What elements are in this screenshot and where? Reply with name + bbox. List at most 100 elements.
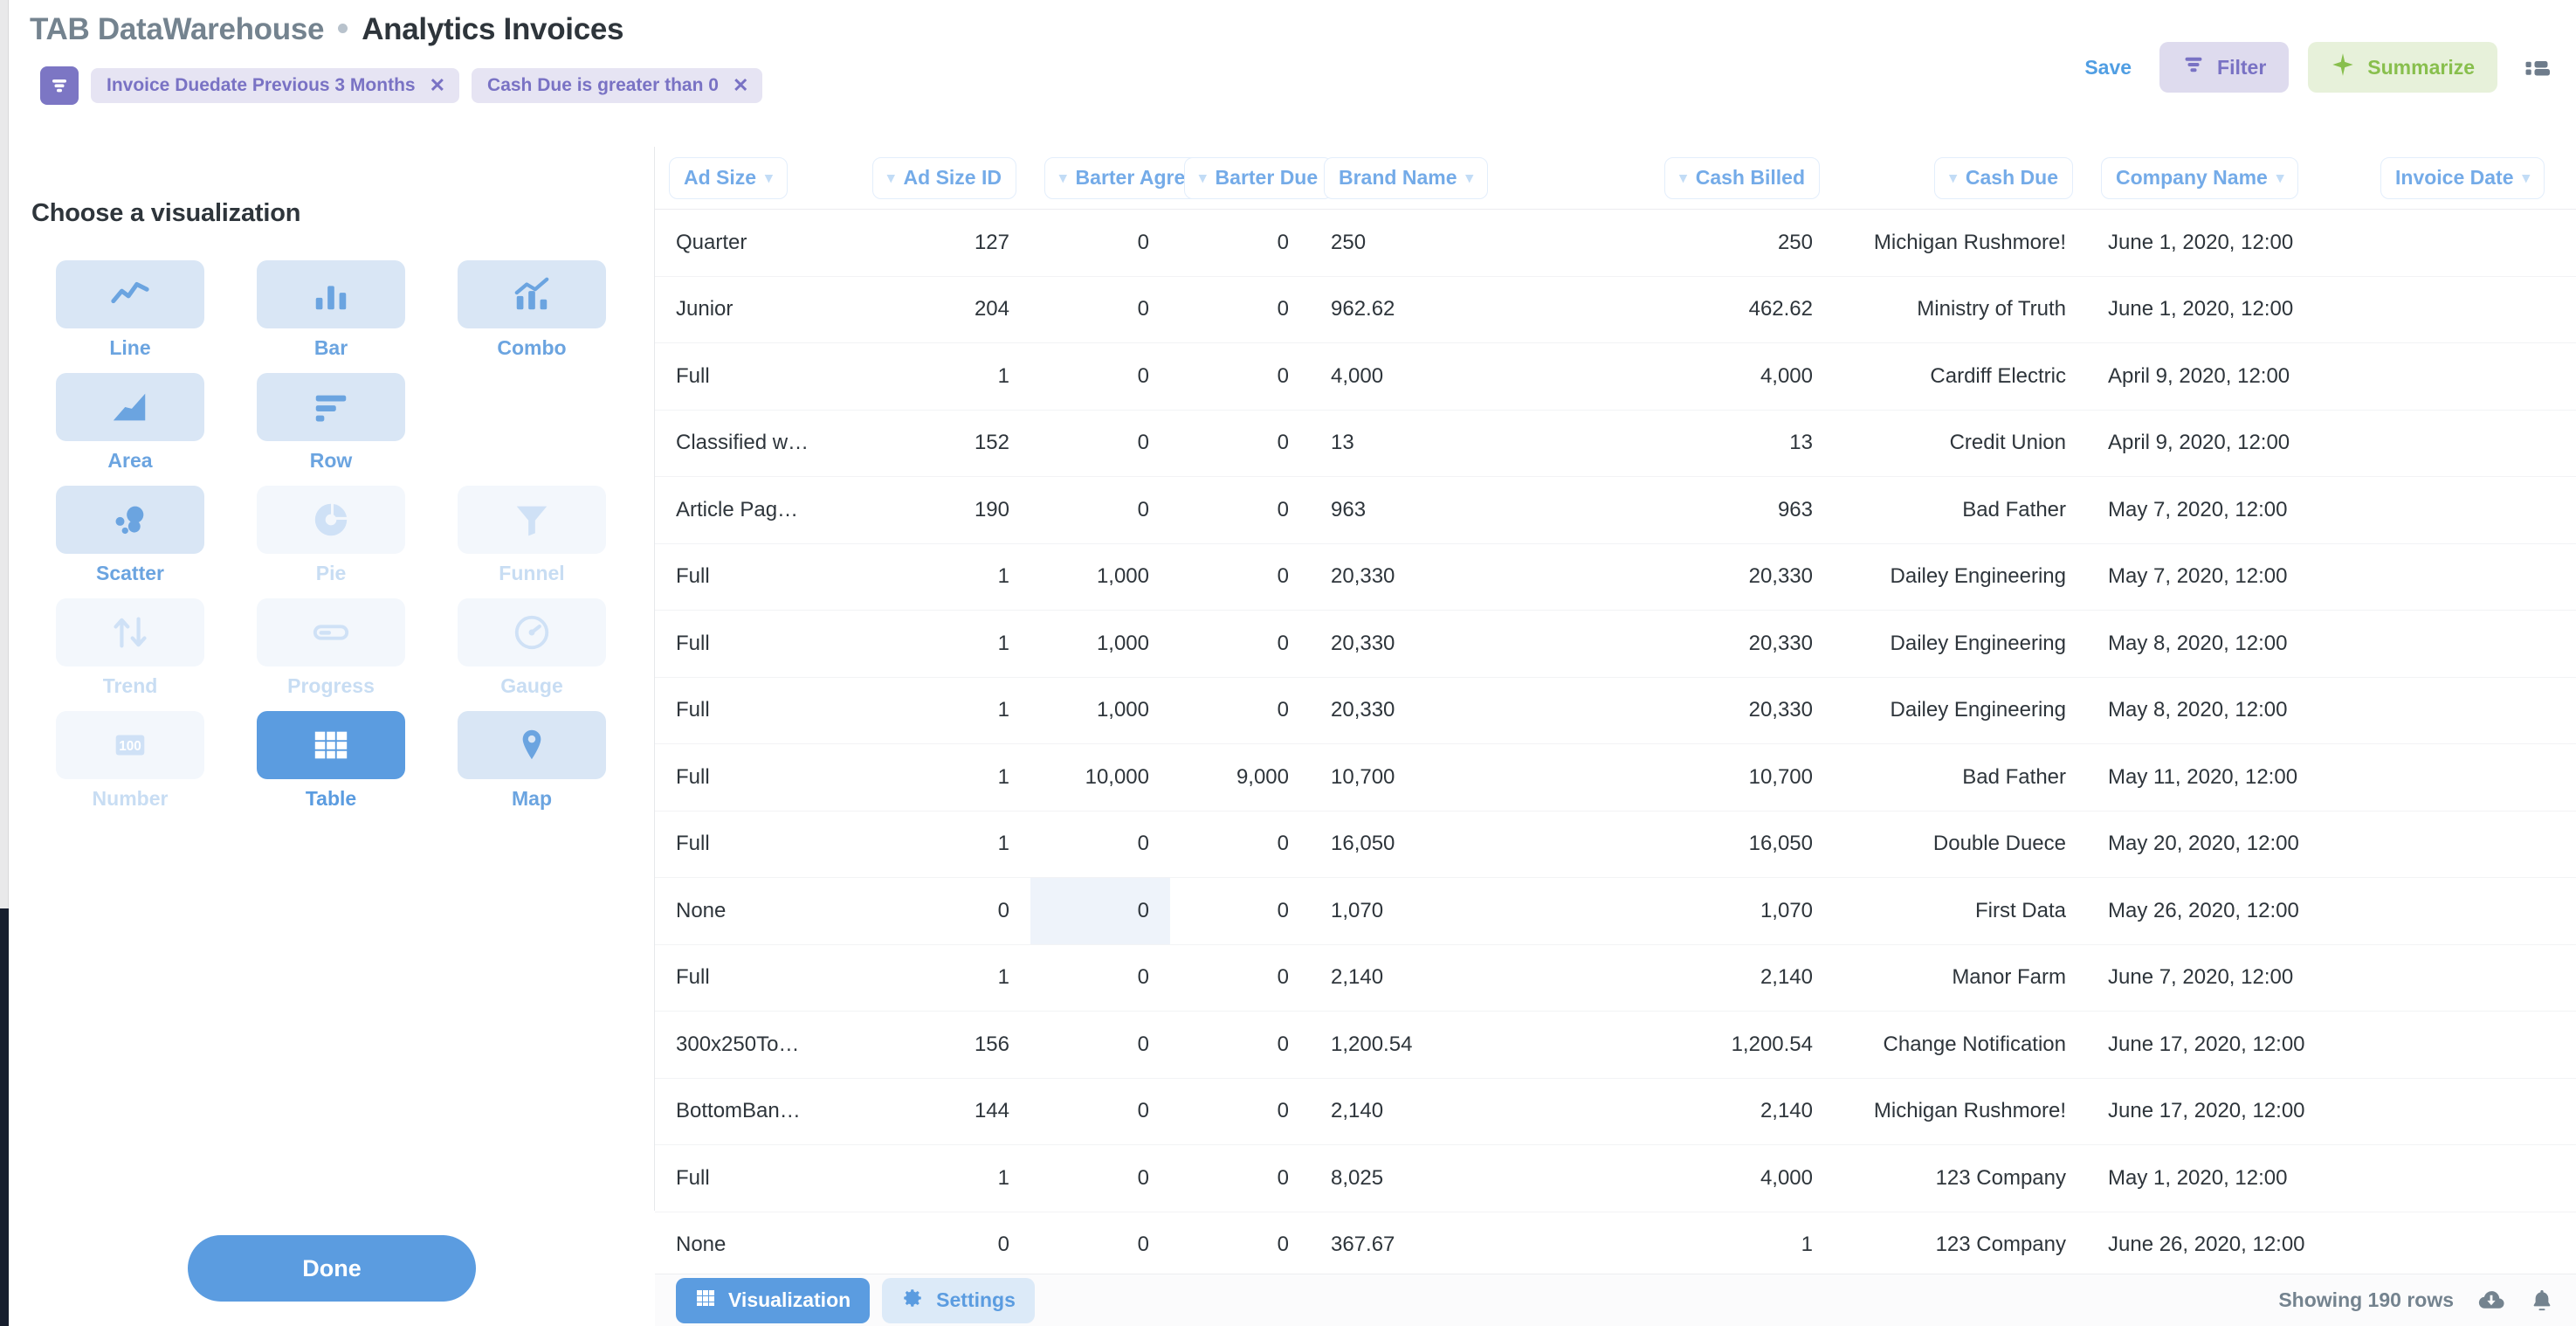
viz-option-table[interactable]: Table [231,711,431,811]
table-cell[interactable]: 1 [843,611,1030,678]
table-cell[interactable]: 1,000 [1030,543,1170,611]
table-cell[interactable]: 300x250To… [655,1012,843,1079]
table-cell[interactable]: 0 [1030,877,1170,944]
filter-bar-icon[interactable] [40,66,79,105]
table-cell[interactable]: 10,700 [1310,744,1572,811]
viz-option-map[interactable]: Map [431,711,632,811]
table-cell[interactable]: Dailey Engineering [1834,677,2087,744]
table-cell[interactable]: 0 [1170,276,1310,343]
table-cell[interactable]: May 7, 2020, 12:00 [2087,543,2366,611]
table-cell[interactable]: Full [655,1145,843,1212]
table-cell[interactable]: 1 [843,944,1030,1012]
column-header-cash-due[interactable]: ▾ Cash Due [1834,147,2087,210]
table-cell[interactable]: 250 [1572,210,1834,277]
table-cell[interactable]: Michigan Rushmore! [1834,1078,2087,1145]
table-cell[interactable]: Cardiff Electric [1834,343,2087,411]
done-button[interactable]: Done [188,1235,476,1302]
table-cell[interactable]: Full [655,811,843,878]
filter-button[interactable]: Filter [2159,42,2290,93]
table-cell[interactable]: 2,140 [1572,944,1834,1012]
table-cell[interactable]: 9,000 [1170,744,1310,811]
table-cell[interactable]: Full [655,944,843,1012]
table-cell[interactable]: 0 [1170,1078,1310,1145]
table-cell[interactable]: 204 [843,276,1030,343]
breadcrumb-database[interactable]: TAB DataWarehouse [30,12,324,47]
table-cell[interactable]: 2,140 [1310,944,1572,1012]
table-cell[interactable]: 1 [843,677,1030,744]
table-cell[interactable]: 4,000 [1572,1145,1834,1212]
table-cell[interactable]: 0 [1030,811,1170,878]
table-cell[interactable]: 0 [1030,1145,1170,1212]
table-cell[interactable]: 10,700 [1572,744,1834,811]
table-cell[interactable]: June 26, 2020, 12:00 [2087,1212,2366,1274]
table-cell[interactable]: June 1, 2020, 12:00 [2087,276,2366,343]
table-cell[interactable]: Bad Father [1834,477,2087,544]
table-cell[interactable]: 152 [843,410,1030,477]
table-cell[interactable]: Full [655,543,843,611]
table-row[interactable]: Full 1 10,000 9,000 10,700 10,700 Bad Father Ma… [655,744,2576,811]
filter-chip-remove-icon[interactable]: ✕ [430,76,445,95]
table-cell[interactable]: 1,000 [1030,677,1170,744]
table-cell[interactable]: May 7, 2020, 12:00 [2087,477,2366,544]
table-cell[interactable]: Article Pag… [655,477,843,544]
table-cell[interactable]: 963 [1572,477,1834,544]
tab-visualization[interactable]: Visualization [676,1277,871,1323]
table-cell[interactable]: 10,000 [1030,744,1170,811]
table-cell[interactable]: 0 [1030,210,1170,277]
table-cell[interactable]: 1 [843,343,1030,411]
table-cell[interactable]: 0 [1170,543,1310,611]
table-cell[interactable]: 0 [1170,611,1310,678]
table-cell[interactable]: 13 [1572,410,1834,477]
table-cell[interactable]: 0 [1170,878,1310,945]
table-row[interactable]: Full 1 0 0 8,025 4,000 123 Company May 1, 2020,… [655,1145,2576,1212]
table-cell[interactable]: 1,000 [1030,611,1170,678]
table-cell[interactable]: None [655,1212,843,1274]
table-cell[interactable]: 0 [1170,210,1310,277]
table-row[interactable]: Full 1 1,000 0 20,330 20,330 Dailey Engineerin… [655,677,2576,744]
table-cell[interactable]: 250 [1310,210,1572,277]
table-cell[interactable]: May 8, 2020, 12:00 [2087,677,2366,744]
column-header-brand-name[interactable]: Brand Name ▾ [1310,147,1572,210]
table-cell[interactable]: Change Notification [1834,1012,2087,1079]
table-cell[interactable]: Classified w… [655,410,843,477]
viz-option-area[interactable]: Area [30,373,231,473]
table-cell[interactable]: 0 [1170,1212,1310,1274]
table-cell[interactable]: 0 [1170,477,1310,544]
viz-option-bar[interactable]: Bar [231,260,431,360]
table-cell[interactable]: Bad Father [1834,744,2087,811]
table-cell[interactable]: 20,330 [1572,543,1834,611]
table-cell[interactable]: Full [655,677,843,744]
table-cell[interactable]: May 26, 2020, 12:00 [2087,878,2366,945]
table-cell[interactable]: First Data [1834,878,2087,945]
table-cell[interactable]: 1 [843,1145,1030,1212]
table-cell[interactable]: June 17, 2020, 12:00 [2087,1012,2366,1079]
table-cell[interactable]: 8,025 [1310,1145,1572,1212]
table-cell[interactable]: 462.62 [1572,276,1834,343]
column-header-ad-size-id[interactable]: ▾ Ad Size ID [843,147,1030,210]
table-cell[interactable]: 0 [1170,343,1310,411]
table-cell[interactable]: None [655,878,843,945]
table-row[interactable]: Full 1 0 0 2,140 2,140 Manor Farm June 7, 2020,… [655,945,2576,1012]
filter-chip[interactable]: Cash Due is greater than 0 ✕ [472,68,763,103]
table-cell[interactable]: 1,070 [1572,878,1834,945]
table-cell[interactable]: 20,330 [1310,543,1572,611]
table-cell[interactable]: Junior [655,276,843,343]
table-row[interactable]: None 0 0 0 367.67 1 123 Company June 26, 2020, … [655,1212,2576,1274]
viz-option-combo[interactable]: Combo [431,260,632,360]
table-cell[interactable]: 0 [1030,1012,1170,1079]
column-header-ad-size[interactable]: Ad Size ▾ [655,147,843,210]
table-cell[interactable]: 0 [1030,276,1170,343]
table-cell[interactable]: 0 [1030,1212,1170,1274]
table-cell[interactable]: 963 [1310,477,1572,544]
table-cell[interactable]: 0 [1030,410,1170,477]
table-cell[interactable]: 0 [1170,1145,1310,1212]
table-cell[interactable]: Full [655,611,843,678]
table-row[interactable]: BottomBan… 144 0 0 2,140 2,140 Michigan Rushmo… [655,1078,2576,1145]
table-cell[interactable]: 0 [1170,944,1310,1012]
download-cloud-icon[interactable] [2476,1286,2506,1316]
table-cell[interactable]: 0 [1170,677,1310,744]
table-cell[interactable]: 962.62 [1310,276,1572,343]
table-cell[interactable]: April 9, 2020, 12:00 [2087,410,2366,477]
tab-settings[interactable]: Settings [882,1277,1035,1323]
table-cell[interactable]: 0 [1030,343,1170,411]
